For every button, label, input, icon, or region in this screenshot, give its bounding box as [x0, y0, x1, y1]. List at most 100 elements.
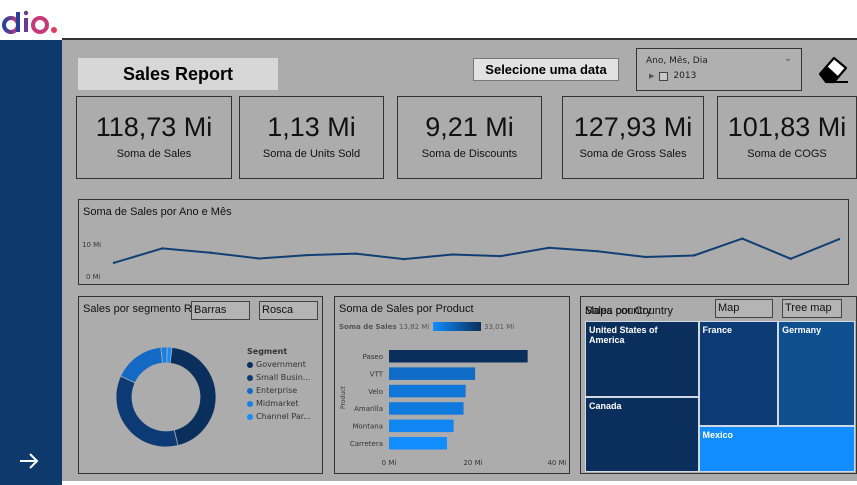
product-category-label: VTT [370, 370, 384, 378]
line-point [837, 238, 841, 241]
donut-chart [115, 346, 217, 448]
line-point [209, 251, 212, 254]
line-point [402, 257, 406, 261]
slicer-item-label: 2013 [673, 71, 697, 81]
line-point [692, 254, 696, 257]
line-point [789, 257, 792, 261]
product-bar[interactable] [389, 419, 454, 433]
line-point [161, 247, 164, 250]
eraser-icon[interactable] [816, 54, 850, 84]
x-tick-label: 40 Mi [547, 459, 566, 467]
kpi-card-sales[interactable]: 118,73 Mi Soma de Sales [76, 96, 232, 179]
line-chart: 10 Mi 0 Mi [82, 237, 841, 281]
slicer-header: Ano, Mês, Dia [646, 56, 708, 66]
line-point [354, 252, 357, 255]
arrow-right-icon[interactable] [14, 446, 44, 476]
legend-swatch [247, 361, 253, 368]
chevron-down-icon[interactable]: ⌄ [784, 53, 792, 64]
line-chart-panel[interactable]: Soma de Sales por Ano e Mês 10 Mi 0 Mi [78, 199, 849, 285]
segment-donut-panel[interactable]: Sales por segmento Rosca Barras Rosca Se… [78, 296, 323, 474]
product-category-label: Paseo [363, 353, 383, 361]
product-bar[interactable] [389, 384, 466, 398]
kpi-card-units-sold[interactable]: 1,13 Mi Soma de Units Sold [239, 96, 384, 179]
slicer-checkbox[interactable] [659, 71, 669, 81]
country-treemap-panel[interactable]: Sales por Country Mapa country Map Tree … [580, 296, 857, 474]
report-canvas: Sales Report Selecione uma data Ano, Mês… [62, 38, 857, 481]
line-point [306, 253, 309, 257]
date-slicer[interactable]: Ano, Mês, Dia ⌄ ▶ 2013 [636, 48, 802, 91]
expand-triangle-icon[interactable]: ▶ [649, 72, 654, 80]
top-bar [0, 0, 857, 38]
date-prompt: Selecione uma data [473, 58, 619, 81]
slicer-item[interactable]: ▶ 2013 [649, 71, 696, 81]
donut-slice [115, 375, 179, 448]
product-category-label: Montana [352, 423, 383, 431]
line-point [112, 261, 116, 265]
color-scale-max: 33,01 Mi [484, 323, 514, 331]
product-category-label: Carretera [350, 440, 383, 448]
kpi-value: 1,13 Mi [267, 112, 356, 142]
legend-item[interactable]: Enterprise [247, 386, 311, 395]
product-bar[interactable] [389, 350, 528, 363]
legend-label: Enterprise [256, 386, 298, 395]
legend-item[interactable]: Government [247, 360, 311, 369]
segment-legend: Segment Government Small Busin... Enterpri… [247, 347, 311, 425]
legend-swatch [247, 387, 253, 394]
page-title: Sales Report [78, 58, 278, 90]
kpi-value: 118,73 Mi [95, 112, 213, 142]
map-button[interactable]: Map [715, 299, 773, 318]
y-tick-label: 0 Mi [86, 273, 101, 281]
kpi-card-gross-sales[interactable]: 127,93 Mi Soma de Gross Sales [562, 96, 704, 179]
kpi-card-discounts[interactable]: 9,21 Mi Soma de Discounts [397, 96, 542, 179]
legend-swatch [247, 413, 253, 420]
kpi-label: Soma de Gross Sales [579, 148, 687, 160]
kpi-label: Soma de COGS [747, 148, 827, 160]
kpi-label: Soma de Sales [116, 148, 192, 160]
color-scale-label: Soma de Sales [339, 323, 397, 331]
y-axis-label: Product [340, 386, 347, 409]
line-point [257, 257, 261, 260]
legend-item[interactable]: Small Busin... [247, 373, 311, 382]
legend-swatch [247, 400, 253, 407]
product-bar-panel[interactable]: Soma de Sales por Product Soma de Sales … [334, 296, 570, 474]
kpi-value: 9,21 Mi [425, 112, 514, 142]
map-overlay-title: Mapa country [585, 305, 652, 317]
treemap-cell[interactable]: France [698, 321, 779, 427]
legend-label: Government [256, 360, 306, 369]
barras-button[interactable]: Barras [191, 301, 250, 320]
legend-title: Segment [247, 347, 288, 356]
rosca-button[interactable]: Rosca [259, 301, 318, 320]
line-point [451, 253, 454, 256]
treemap-cell[interactable]: United States of America [585, 321, 699, 397]
sales-line-series [113, 237, 840, 264]
treemap-cell[interactable]: Germany [778, 321, 855, 427]
color-scale-min: 13,82 Mi [399, 323, 429, 331]
line-point [499, 254, 502, 258]
kpi-value: 127,93 Mi [573, 112, 693, 142]
product-bar[interactable] [389, 437, 448, 450]
x-tick-label: 20 Mi [463, 459, 482, 467]
dio-logo [2, 10, 57, 34]
product-bar-chart: Soma de Sales 13,82 Mi 33,01 Mi Product … [339, 322, 567, 467]
kpi-card-cogs[interactable]: 101,83 Mi Soma de COGS [717, 96, 857, 179]
country-treemap: United States of America Canada France Germ… [585, 321, 855, 472]
legend-item[interactable]: Channel Par... [247, 412, 311, 421]
report-window: Sales Report Selecione uma data Ano, Mês… [0, 0, 857, 485]
product-bar[interactable] [389, 367, 476, 380]
line-point [547, 246, 551, 249]
kpi-label: Soma de Units Sold [262, 148, 361, 160]
x-tick-label: 0 Mi [382, 459, 397, 467]
tree-map-button[interactable]: Tree map [782, 299, 842, 318]
donut-slice [120, 346, 163, 384]
product-bar[interactable] [389, 402, 464, 415]
product-category-label: Amarilla [354, 405, 383, 413]
legend-swatch [247, 374, 253, 381]
legend-label: Small Busin... [256, 373, 311, 382]
legend-label: Channel Par... [256, 412, 311, 421]
y-tick-label: 10 Mi [82, 241, 101, 249]
donut-slice [169, 346, 217, 447]
legend-item[interactable]: Midmarket [247, 399, 311, 408]
treemap-cell[interactable]: Canada [585, 396, 699, 472]
treemap-cell[interactable]: Mexico [698, 426, 855, 472]
kpi-value: 101,83 Mi [727, 112, 847, 142]
